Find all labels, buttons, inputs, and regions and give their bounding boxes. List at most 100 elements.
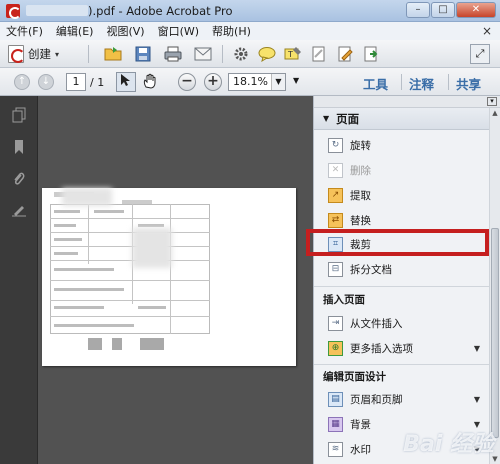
table-cell-text <box>94 210 124 213</box>
menu-close-icon[interactable]: × <box>482 24 492 38</box>
export-document-icon[interactable] <box>362 45 380 63</box>
zoom-in-button[interactable]: + <box>204 73 222 91</box>
scroll-up-icon[interactable]: ▲ <box>490 108 500 118</box>
title-bar: ).pdf - Adobe Acrobat Pro – □ ✕ <box>0 0 500 22</box>
create-button[interactable]: 创建 ▾ <box>8 43 80 65</box>
pages-item-label: 删除 <box>350 164 371 177</box>
table-rule <box>50 280 210 281</box>
pages-item-label: 替换 <box>350 214 371 227</box>
tab-share[interactable]: 共享 <box>456 74 481 93</box>
table-cell-text <box>54 238 82 241</box>
rotate-icon: ↻ <box>328 137 343 153</box>
table-rule <box>50 218 210 219</box>
save-icon[interactable] <box>134 45 152 63</box>
more-tools-icon[interactable]: ▼ <box>293 76 299 85</box>
next-page-icon[interactable]: ↓ <box>38 74 54 90</box>
menu-bar: 文件(F) 编辑(E) 视图(V) 窗口(W) 帮助(H) × <box>0 22 500 40</box>
navigation-pane <box>0 96 38 464</box>
chevron-down-icon[interactable]: ▼ <box>474 344 480 353</box>
print-icon[interactable] <box>164 45 182 63</box>
table-rule <box>88 204 89 264</box>
menu-edit[interactable]: 编辑(E) <box>56 23 94 39</box>
fill-sign-icon[interactable] <box>336 45 354 63</box>
previous-page-icon[interactable]: ↑ <box>14 74 30 90</box>
section-divider <box>314 364 490 365</box>
table-rule <box>50 300 210 301</box>
redacted-block <box>140 338 164 350</box>
zoom-level-select[interactable]: 18.1% ▼ <box>228 73 286 91</box>
create-pdf-icon <box>8 45 25 63</box>
scrollbar-thumb[interactable] <box>491 228 499 438</box>
more-insert-options[interactable]: ⊕ 更多插入选项 ▼ <box>314 337 490 359</box>
pages-item-split[interactable]: ⊟ 拆分文档 <box>314 258 490 280</box>
delete-icon: ✕ <box>328 162 343 178</box>
acrobat-app-icon[interactable] <box>6 4 21 19</box>
table-rule <box>50 246 210 247</box>
bookmarks-icon[interactable] <box>11 138 27 156</box>
tools-pane: ▾ ▼ 页面 ↻ 旋转 ✕ 删除 ↗ 提取 ⇄ 替换 ⌗ 裁剪 ⊟ 拆分文档 插… <box>313 96 500 464</box>
pane-scrollbar[interactable]: ▲ ▼ <box>489 108 500 464</box>
zoom-out-button[interactable]: − <box>178 73 196 91</box>
window-title-text: ).pdf - Adobe Acrobat Pro <box>88 4 233 18</box>
window-controls: – □ ✕ <box>406 2 496 18</box>
pages-item-rotate[interactable]: ↻ 旋转 <box>314 134 490 156</box>
menu-file[interactable]: 文件(F) <box>6 23 43 39</box>
pages-item-label: 旋转 <box>350 139 371 152</box>
watermark-icon: ≋ <box>328 441 343 457</box>
page-number-input[interactable]: 1 <box>66 73 86 91</box>
section-divider <box>314 286 490 287</box>
menu-help[interactable]: 帮助(H) <box>212 23 251 39</box>
sign-document-icon[interactable] <box>310 45 328 63</box>
insert-file-icon: ⇥ <box>328 315 343 331</box>
pane-options-icon[interactable]: ▾ <box>487 97 497 106</box>
design-item-label: 背景 <box>350 418 371 431</box>
menu-window[interactable]: 窗口(W) <box>158 23 199 39</box>
tab-tools[interactable]: 工具 <box>363 74 388 93</box>
select-tool-icon[interactable] <box>116 72 136 92</box>
tab-divider <box>448 74 449 90</box>
pages-item-delete: ✕ 删除 <box>314 159 490 181</box>
background-icon: ▦ <box>328 416 343 432</box>
email-icon[interactable] <box>194 45 212 63</box>
blurred-region <box>62 188 112 206</box>
tab-comment[interactable]: 注释 <box>409 74 434 93</box>
table-cell-text <box>54 288 124 291</box>
insert-item-label: 更多插入选项 <box>350 342 413 355</box>
chevron-down-icon: ▾ <box>55 49 60 59</box>
open-folder-icon[interactable] <box>104 45 122 63</box>
insert-from-file[interactable]: ⇥ 从文件插入 <box>314 312 490 334</box>
close-button[interactable]: ✕ <box>456 2 496 18</box>
insert-pages-title: 插入页面 <box>323 294 365 306</box>
design-item-label: 水印 <box>350 443 371 456</box>
redacted-block <box>112 338 122 350</box>
pages-item-replace[interactable]: ⇄ 替换 <box>314 209 490 231</box>
header-footer-item[interactable]: ▤ 页眉和页脚 ▼ <box>314 388 490 410</box>
attachments-paperclip-icon[interactable] <box>11 170 27 188</box>
table-cell-text <box>54 306 104 309</box>
page-thumbnails-icon[interactable] <box>11 106 27 124</box>
blurred-region <box>132 228 172 268</box>
maximize-button[interactable]: □ <box>431 2 455 18</box>
minimize-button[interactable]: – <box>406 2 430 18</box>
edit-page-design-title: 编辑页面设计 <box>323 371 386 383</box>
expand-view-button[interactable]: ⤢ <box>470 44 490 64</box>
header-footer-icon: ▤ <box>328 391 343 407</box>
chevron-down-icon[interactable]: ▼ <box>474 395 480 404</box>
chevron-down-icon[interactable]: ▼ <box>271 74 285 90</box>
menu-view[interactable]: 视图(V) <box>106 23 144 39</box>
navigation-toolbar: ↑ ↓ 1 / 1 − + 18.1% ▼ ▼ 工具 注释 共享 <box>0 68 500 96</box>
section-pages-header[interactable]: ▼ 页面 <box>314 108 490 130</box>
pages-item-extract[interactable]: ↗ 提取 <box>314 184 490 206</box>
comment-bubble-icon[interactable] <box>258 45 276 63</box>
document-view[interactable] <box>38 96 313 464</box>
crop-highlight-annotation <box>306 229 489 256</box>
replace-icon: ⇄ <box>328 212 343 228</box>
pages-item-label: 拆分文档 <box>350 263 392 276</box>
signatures-icon[interactable] <box>11 202 27 220</box>
hand-tool-icon[interactable] <box>142 73 158 93</box>
extract-icon: ↗ <box>328 187 343 203</box>
section-pages-title: 页面 <box>336 111 360 126</box>
title-blurred-filename <box>26 5 88 16</box>
highlight-text-icon[interactable]: T <box>284 45 302 63</box>
settings-gear-icon[interactable] <box>232 45 250 63</box>
